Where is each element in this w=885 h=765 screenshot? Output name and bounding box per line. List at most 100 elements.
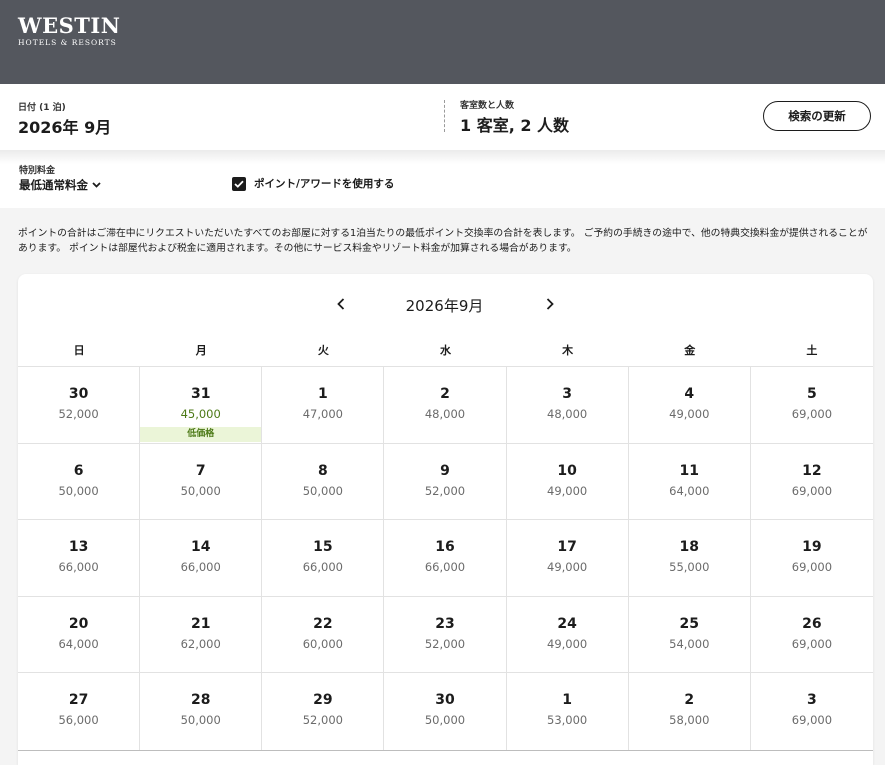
calendar-day-cell[interactable]: 18 55,000	[628, 520, 751, 597]
calendar-day-cell[interactable]: 25 54,000	[628, 596, 751, 674]
use-points-toggle[interactable]: ポイント/アワードを使用する	[232, 176, 394, 191]
day-number: 3	[807, 692, 817, 709]
calendar-day-cell[interactable]: 29 52,000	[262, 673, 385, 750]
calendar-day-cell[interactable]: 12 69,000	[750, 444, 873, 521]
calendar-grid: 30 52,000 31 45,000 低価格 1 47,000 2 48,000 3 48,000…	[18, 366, 873, 751]
day-points-price: 66,000	[424, 560, 466, 575]
calendar-day-cell[interactable]: 10 49,000	[506, 443, 629, 521]
day-points-price: 50,000	[302, 483, 343, 498]
calendar-day-cell[interactable]: 20 64,000	[18, 596, 141, 674]
checkmark-icon	[234, 180, 244, 188]
day-points-price: 48,000	[547, 407, 588, 421]
day-number: 1	[317, 386, 328, 402]
calendar-day-cell[interactable]: 17 49,000	[506, 520, 629, 597]
day-number: 26	[802, 615, 822, 632]
calendar-day-cell[interactable]: 21 62,000	[140, 596, 263, 674]
day-number: 5	[807, 386, 817, 402]
day-points-price: 66,000	[302, 560, 343, 575]
next-month-button[interactable]	[542, 294, 558, 314]
use-points-checkbox[interactable]	[232, 176, 246, 191]
logo-wordmark: WESTIN	[18, 13, 121, 38]
chevron-down-icon	[92, 180, 101, 191]
day-number: 4	[684, 386, 695, 402]
calendar-day-cell[interactable]: 15 66,000	[262, 520, 385, 597]
calendar-day-cell[interactable]: 2 58,000	[629, 673, 751, 750]
use-points-label: ポイント/アワードを使用する	[254, 178, 395, 190]
day-number: 11	[679, 462, 700, 479]
day-points-price: 64,000	[669, 483, 710, 498]
rate-calendar: 2026年9月 日月火水木金土 30 52,000 31 45,000 低価格 1 47,0…	[18, 274, 873, 765]
calendar-day-cell[interactable]: 8 50,000	[262, 443, 385, 521]
weekday-label: 金	[684, 344, 696, 357]
day-points-price: 49,000	[547, 560, 588, 575]
special-rate-value: 最低通常料金	[19, 178, 88, 192]
weekday-header: 日月火水木金土	[18, 342, 873, 358]
day-points-price: 54,000	[669, 636, 710, 651]
calendar-day-cell[interactable]: 3 48,000	[506, 367, 629, 444]
month-title: 2026年9月	[405, 297, 484, 315]
calendar-day-cell[interactable]: 31 45,000 低価格	[140, 367, 263, 444]
day-points-price: 60,000	[302, 636, 343, 651]
calendar-day-cell[interactable]: 1 53,000	[507, 673, 629, 750]
day-points-price: 55,000	[669, 560, 710, 575]
calendar-day-cell[interactable]: 9 52,000	[384, 443, 507, 521]
calendar-day-cell[interactable]: 2 48,000	[384, 367, 507, 444]
calendar-day-cell[interactable]: 22 60,000	[262, 596, 385, 674]
day-number: 13	[68, 539, 89, 556]
update-search-button[interactable]: 検索の更新	[763, 101, 871, 131]
day-points-price: 45,000	[180, 407, 221, 421]
day-points-price: 69,000	[791, 560, 833, 575]
day-points-price: 50,000	[58, 483, 99, 498]
calendar-day-cell[interactable]: 27 56,000	[18, 673, 141, 750]
calendar-day-cell[interactable]: 16 66,000	[384, 520, 507, 597]
westin-logo[interactable]: WESTIN HOTELS & RESORTS	[18, 15, 120, 48]
day-points-price: 69,000	[791, 407, 833, 421]
previous-month-button[interactable]	[333, 294, 349, 314]
day-points-price: 52,000	[424, 483, 466, 498]
calendar-day-cell[interactable]: 30 52,000	[18, 367, 141, 444]
calendar-day-cell[interactable]: 19 69,000	[750, 520, 873, 597]
calendar-day-cell[interactable]: 7 50,000	[140, 443, 263, 521]
calendar-day-cell[interactable]: 6 50,000	[18, 443, 141, 521]
calendar-day-cell[interactable]: 24 49,000	[506, 596, 629, 674]
calendar-day-cell[interactable]: 4 49,000	[628, 367, 751, 444]
special-rate-dropdown[interactable]: 最低通常料金	[19, 177, 101, 193]
day-number: 19	[802, 539, 822, 556]
day-points-price: 47,000	[302, 407, 343, 421]
calendar-day-cell[interactable]: 23 52,000	[384, 596, 507, 674]
day-number: 18	[679, 539, 700, 556]
chevron-right-icon	[546, 298, 554, 310]
calendar-day-cell[interactable]: 3 69,000	[751, 673, 873, 750]
day-number: 12	[802, 462, 822, 479]
day-points-price: 50,000	[180, 483, 221, 498]
date-value[interactable]: 2026年 9月	[18, 114, 111, 138]
calendar-day-cell[interactable]: 28 50,000	[140, 673, 263, 750]
day-number: 24	[557, 615, 577, 632]
day-points-price: 52,000	[58, 407, 99, 421]
weekday-label: 日	[73, 344, 85, 357]
calendar-day-cell[interactable]: 1 47,000	[262, 367, 385, 444]
day-points-price: 48,000	[424, 407, 466, 421]
calendar-day-cell[interactable]: 26 69,000	[750, 597, 873, 674]
logo-tagline: HOTELS & RESORTS	[18, 38, 117, 47]
day-points-price: 52,000	[302, 713, 343, 728]
day-number: 23	[435, 615, 455, 632]
special-rate-label: 特別料金	[19, 166, 56, 176]
calendar-day-cell[interactable]: 13 66,000	[18, 520, 141, 597]
day-number: 15	[313, 539, 333, 556]
day-points-price: 56,000	[58, 713, 99, 728]
points-disclaimer: ポイントの合計はご滞在中にリクエストいただいたすべてのお部屋に対する1泊当たりの…	[18, 228, 868, 254]
guests-value[interactable]: 1 客室, 2 人数	[460, 112, 569, 136]
day-number: 30	[68, 386, 89, 402]
day-points-price: 64,000	[58, 636, 99, 651]
weekday-label: 月	[195, 344, 207, 357]
guests-label: 客室数と人数	[460, 101, 515, 111]
day-points-price: 66,000	[180, 560, 221, 575]
day-points-price: 50,000	[424, 713, 466, 728]
calendar-day-cell[interactable]: 30 50,000	[384, 673, 507, 750]
day-points-price: 69,000	[791, 713, 833, 728]
calendar-day-cell[interactable]: 14 66,000	[140, 520, 263, 597]
day-points-price: 53,000	[547, 713, 588, 728]
calendar-day-cell[interactable]: 11 64,000	[628, 443, 751, 521]
calendar-day-cell[interactable]: 5 69,000	[750, 367, 873, 444]
